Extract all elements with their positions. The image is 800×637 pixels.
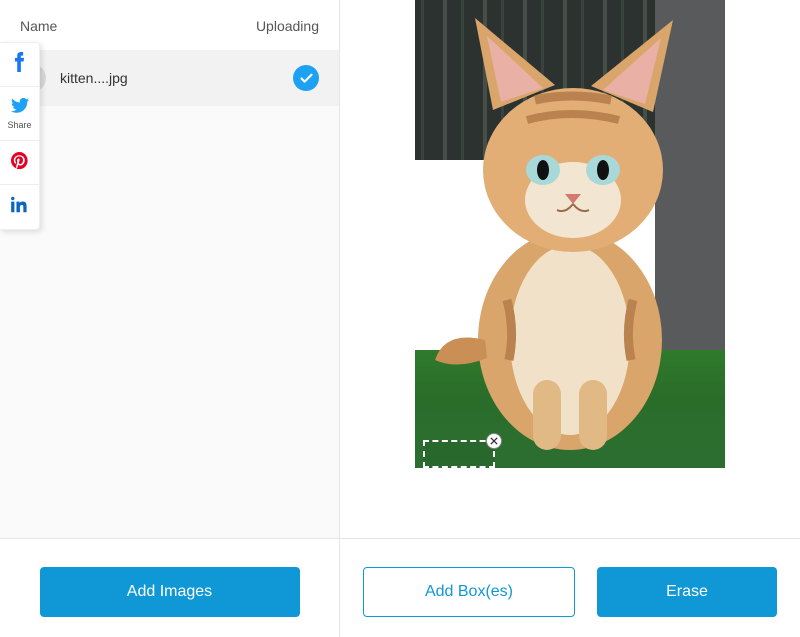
file-list-empty-area (0, 106, 339, 538)
file-list-panel: Name Uploading kitten....jpg Add Images (0, 0, 340, 637)
erase-button[interactable]: Erase (597, 567, 777, 617)
file-row[interactable]: kitten....jpg (0, 50, 339, 106)
upload-complete-icon (293, 65, 319, 91)
twitter-icon (11, 98, 29, 118)
column-header-status: Uploading (256, 18, 319, 34)
right-toolbar: Add Box(es) Erase (340, 538, 800, 637)
editor-panel: Add Box(es) Erase (340, 0, 800, 637)
share-twitter-button[interactable]: Share (0, 87, 39, 141)
facebook-icon (14, 52, 25, 77)
selection-box[interactable] (423, 440, 495, 468)
file-name: kitten....jpg (60, 70, 128, 86)
add-boxes-button[interactable]: Add Box(es) (363, 567, 575, 617)
column-header-name: Name (20, 18, 57, 34)
preview-image (415, 0, 725, 468)
file-list-header: Name Uploading (0, 0, 339, 50)
kitten-image-icon (415, 0, 725, 468)
share-rail: Share (0, 42, 40, 230)
share-pinterest-button[interactable] (0, 141, 39, 185)
preview-area[interactable] (340, 0, 800, 538)
close-selection-icon[interactable] (486, 433, 502, 449)
add-images-button[interactable]: Add Images (40, 567, 300, 617)
share-twitter-label: Share (7, 120, 31, 130)
linkedin-icon (11, 196, 28, 218)
share-linkedin-button[interactable] (0, 185, 39, 229)
share-facebook-button[interactable] (0, 43, 39, 87)
pinterest-icon (11, 152, 28, 174)
left-toolbar: Add Images (0, 538, 339, 637)
